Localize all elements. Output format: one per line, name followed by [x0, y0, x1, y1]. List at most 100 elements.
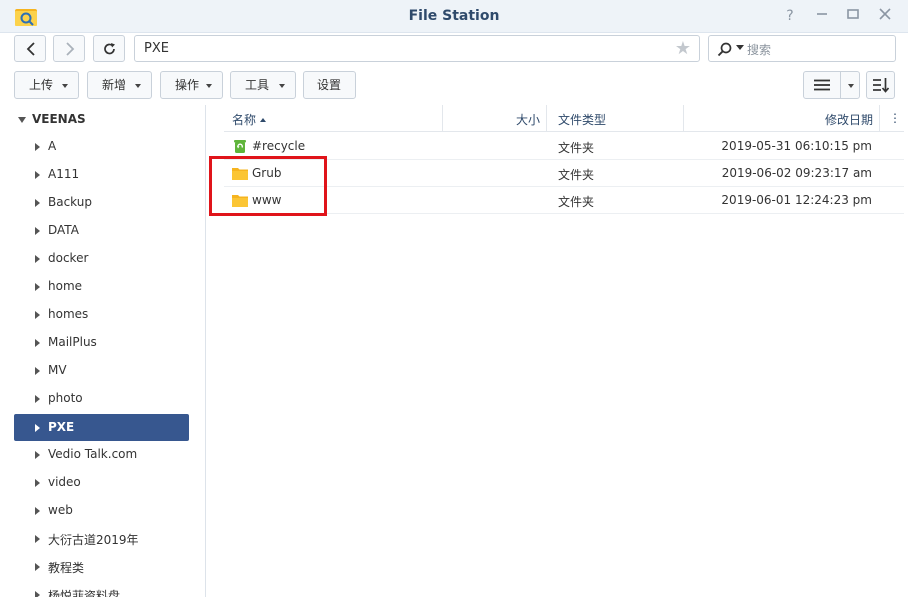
sidebar-item-label: Vedio Talk.com: [48, 447, 138, 461]
action-button[interactable]: 操作: [160, 71, 223, 99]
triangle-right-icon[interactable]: [35, 255, 40, 263]
column-type[interactable]: 文件类型: [558, 111, 606, 128]
chevron-down-icon: [206, 84, 212, 88]
view-mode-button[interactable]: [803, 71, 860, 99]
help-icon[interactable]: ?: [782, 8, 798, 24]
sidebar-item-mailplus[interactable]: MailPlus: [14, 329, 189, 356]
back-button[interactable]: [14, 35, 46, 62]
sidebar-item-a111[interactable]: A111: [14, 161, 189, 188]
sidebar-item-label: 教程类: [48, 561, 85, 575]
sidebar-item-pxe[interactable]: PXE: [14, 414, 189, 441]
triangle-right-icon[interactable]: [35, 199, 40, 207]
triangle-right-icon[interactable]: [35, 535, 40, 543]
triangle-right-icon[interactable]: [35, 479, 40, 487]
sidebar-item-label: docker: [48, 251, 89, 265]
column-name-label: 名称: [232, 113, 257, 127]
chevron-left-icon: [26, 42, 35, 56]
file-name: #recycle: [252, 139, 306, 153]
sidebar-item-label: web: [48, 503, 73, 517]
column-modified[interactable]: 修改日期: [825, 111, 873, 128]
minimize-icon[interactable]: [814, 8, 830, 24]
tools-label: 工具: [245, 78, 270, 92]
sidebar-item-label: 杨悦菲资料盘: [48, 589, 121, 597]
settings-label: 设置: [317, 78, 342, 92]
triangle-right-icon[interactable]: [35, 283, 40, 291]
file-modified: 2019-05-31 06:10:15 pm: [721, 139, 872, 153]
sidebar-item-label: MV: [48, 363, 67, 377]
sidebar-item-label: A111: [48, 167, 80, 181]
triangle-right-icon[interactable]: [35, 507, 40, 515]
sidebar-item-label: 大衍古道2019年: [48, 533, 139, 547]
sidebar-item-photo[interactable]: photo: [14, 385, 189, 412]
chevron-down-icon[interactable]: [736, 45, 744, 50]
sidebar-item-label: home: [48, 279, 83, 293]
sidebar-item-data[interactable]: DATA: [14, 217, 189, 244]
sidebar-tree: VEENAS A A111 Backup DATA docker home ho…: [0, 105, 206, 597]
recycle-icon: [234, 140, 246, 153]
sidebar-item-home[interactable]: home: [14, 273, 189, 300]
triangle-right-icon[interactable]: [35, 451, 40, 459]
sort-button[interactable]: [866, 71, 895, 99]
file-type: 文件夹: [558, 195, 595, 209]
chevron-down-icon[interactable]: [848, 84, 854, 88]
file-modified: 2019-06-01 12:24:23 pm: [721, 193, 872, 207]
sidebar-item-label: PXE: [48, 420, 75, 434]
sidebar-item-label: homes: [48, 307, 89, 321]
triangle-down-icon[interactable]: [18, 117, 26, 123]
file-list-header: 名称 大小 文件类型 修改日期 ⋮: [224, 105, 904, 132]
search-input[interactable]: 搜索: [708, 35, 896, 62]
list-view-icon: [814, 79, 830, 91]
triangle-right-icon[interactable]: [35, 395, 40, 403]
file-type: 文件夹: [558, 141, 595, 155]
column-divider: [683, 105, 684, 132]
triangle-right-icon[interactable]: [35, 171, 40, 179]
settings-button[interactable]: 设置: [303, 71, 356, 99]
sidebar-item-label: MailPlus: [48, 335, 97, 349]
column-name[interactable]: 名称: [232, 111, 267, 128]
sidebar-item-vedio-talk[interactable]: Vedio Talk.com: [14, 441, 189, 468]
sidebar-item-a[interactable]: A: [14, 133, 189, 160]
sidebar-item-backup[interactable]: Backup: [14, 189, 189, 216]
upload-label: 上传: [29, 78, 54, 92]
file-modified: 2019-06-02 09:23:17 am: [721, 166, 872, 180]
divider: [840, 72, 841, 98]
triangle-right-icon[interactable]: [35, 311, 40, 319]
sidebar-item-mv[interactable]: MV: [14, 357, 189, 384]
sidebar-item-dayan[interactable]: 大衍古道2019年: [14, 525, 189, 552]
search-placeholder: 搜索: [747, 43, 772, 57]
triangle-right-icon[interactable]: [35, 143, 40, 151]
sidebar-item-docker[interactable]: docker: [14, 245, 189, 272]
window-title: File Station: [408, 8, 500, 24]
triangle-right-icon[interactable]: [35, 563, 40, 571]
sidebar-item-label: DATA: [48, 223, 79, 237]
sort-icon: [873, 78, 889, 93]
close-icon[interactable]: [877, 8, 893, 24]
triangle-right-icon[interactable]: [35, 339, 40, 347]
file-type: 文件夹: [558, 168, 595, 182]
tools-button[interactable]: 工具: [230, 71, 296, 99]
triangle-right-icon[interactable]: [35, 227, 40, 235]
path-input[interactable]: PXE ★: [134, 35, 700, 62]
sidebar-item-video[interactable]: video: [14, 469, 189, 496]
star-icon[interactable]: ★: [675, 38, 691, 59]
chevron-right-icon: [66, 42, 75, 56]
sidebar-item-tutorials[interactable]: 教程类: [14, 553, 189, 580]
sort-ascending-icon: [260, 118, 267, 122]
column-options-icon[interactable]: ⋮: [889, 111, 901, 125]
sidebar-item-label: video: [48, 475, 81, 489]
sidebar-item-yangyuefei[interactable]: 杨悦菲资料盘: [14, 581, 189, 597]
new-button[interactable]: 新增: [87, 71, 152, 99]
triangle-right-icon[interactable]: [35, 367, 40, 375]
refresh-button[interactable]: [93, 35, 125, 62]
upload-button[interactable]: 上传: [14, 71, 79, 99]
highlight-annotation-box: [209, 156, 327, 216]
triangle-right-icon[interactable]: [35, 591, 40, 597]
sidebar-item-homes[interactable]: homes: [14, 301, 189, 328]
sidebar-item-web[interactable]: web: [14, 497, 189, 524]
column-size[interactable]: 大小: [516, 111, 540, 128]
maximize-icon[interactable]: [845, 8, 861, 24]
title-bar: File Station ?: [0, 0, 908, 33]
triangle-right-icon[interactable]: [35, 424, 40, 432]
forward-button[interactable]: [53, 35, 85, 62]
chevron-down-icon: [62, 84, 68, 88]
